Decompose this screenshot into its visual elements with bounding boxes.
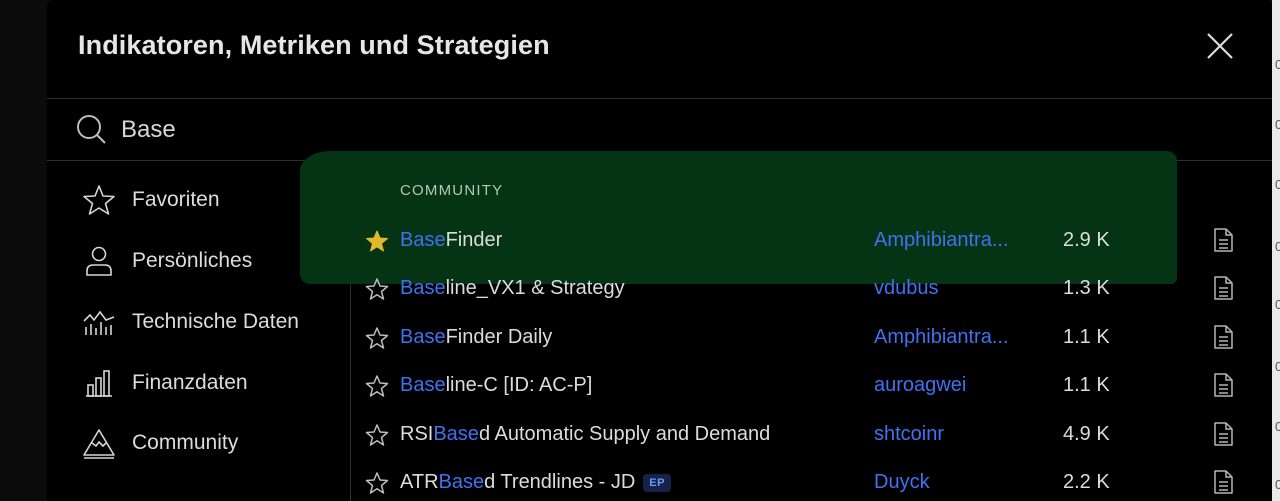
sidebar-item-community[interactable]: Community [47, 417, 350, 469]
sidebar-item-financials[interactable]: Finanzdaten [47, 357, 350, 409]
mountain-icon [81, 425, 117, 461]
author-link[interactable]: shtcoinr [874, 423, 1024, 446]
result-row[interactable]: Base line_VX1 & Strategy vdubus 1.3 K [351, 265, 1272, 313]
script-name: ATR Base d Trendlines - JD EP [400, 471, 671, 494]
document-icon[interactable] [1211, 469, 1235, 495]
sidebar-item-technicals[interactable]: Technische Daten [47, 296, 350, 348]
author-link[interactable]: Amphibiantra... [874, 229, 1024, 252]
sidebar-item-label: Persönliches [132, 249, 253, 272]
favorite-star-icon[interactable] [365, 374, 389, 398]
result-row[interactable]: ATR Base d Trendlines - JD EP Duyck 2.2 K [351, 459, 1272, 501]
dialog-title: Indikatoren, Metriken und Strategien [78, 30, 550, 60]
favorite-star-icon[interactable] [365, 471, 389, 495]
author-link[interactable]: Amphibiantra... [874, 326, 1024, 349]
background-page-edge: 0 0 0 0 0 0 0 0 [1272, 0, 1280, 501]
likes-count: 1.1 K [1063, 326, 1110, 348]
edge-tick: 0 [1275, 359, 1280, 374]
favorite-star-icon[interactable] [365, 229, 389, 253]
edge-tick: 0 [1275, 419, 1280, 434]
section-heading: COMMUNITY [400, 182, 504, 199]
edge-tick: 0 [1275, 117, 1280, 132]
result-row[interactable]: Base line-C [ID: AC-P] auroagwei 1.1 K [351, 362, 1272, 410]
user-icon [81, 243, 117, 279]
search-input[interactable] [119, 111, 1123, 149]
favorite-star-icon[interactable] [365, 277, 389, 301]
likes-count: 2.2 K [1063, 471, 1110, 493]
indicators-dialog: Indikatoren, Metriken und Strategien Fav… [47, 0, 1272, 501]
author-link[interactable]: vdubus [874, 277, 1024, 300]
document-icon[interactable] [1211, 275, 1235, 301]
author-link[interactable]: Duyck [874, 471, 1024, 494]
result-row[interactable]: Base Finder Amphibiantra... 2.9 K [351, 217, 1272, 265]
editors-pick-badge: EP [643, 473, 671, 492]
result-row[interactable]: Base Finder Daily Amphibiantra... 1.1 K [351, 314, 1272, 362]
favorite-star-icon[interactable] [365, 326, 389, 350]
sidebar-item-label: Favoriten [132, 188, 220, 211]
sidebar-item-label: Community [132, 431, 239, 454]
star-icon [81, 182, 117, 218]
search-icon [77, 115, 106, 144]
document-icon[interactable] [1211, 227, 1235, 253]
edge-tick: 0 [1275, 177, 1280, 192]
edge-tick: 0 [1275, 57, 1280, 72]
result-row[interactable]: RSI Base d Automatic Supply and Demand sh… [351, 411, 1272, 459]
close-icon [1207, 33, 1233, 59]
script-name: Base line-C [ID: AC-P] [400, 374, 593, 396]
likes-count: 4.9 K [1063, 423, 1110, 445]
sidebar-item-label: Finanzdaten [132, 371, 248, 394]
technicals-icon [81, 304, 117, 340]
document-icon[interactable] [1211, 372, 1235, 398]
script-name: Base Finder Daily [400, 326, 553, 348]
document-icon[interactable] [1211, 324, 1235, 350]
document-icon[interactable] [1211, 421, 1235, 447]
likes-count: 1.1 K [1063, 374, 1110, 396]
likes-count: 2.9 K [1063, 229, 1110, 251]
script-name: RSI Base d Automatic Supply and Demand [400, 423, 771, 445]
edge-tick: 0 [1275, 297, 1280, 312]
favorite-star-icon[interactable] [365, 423, 389, 447]
sidebar-item-label: Technische Daten [132, 310, 299, 333]
edge-tick: 0 [1275, 239, 1280, 254]
bar-chart-icon [81, 365, 117, 401]
author-link[interactable]: auroagwei [874, 374, 1024, 397]
close-button[interactable] [1204, 30, 1236, 62]
edge-tick: 0 [1275, 477, 1280, 492]
divider [47, 98, 1272, 99]
script-name: Base line_VX1 & Strategy [400, 277, 625, 299]
likes-count: 1.3 K [1063, 277, 1110, 299]
script-name: Base Finder [400, 229, 503, 251]
